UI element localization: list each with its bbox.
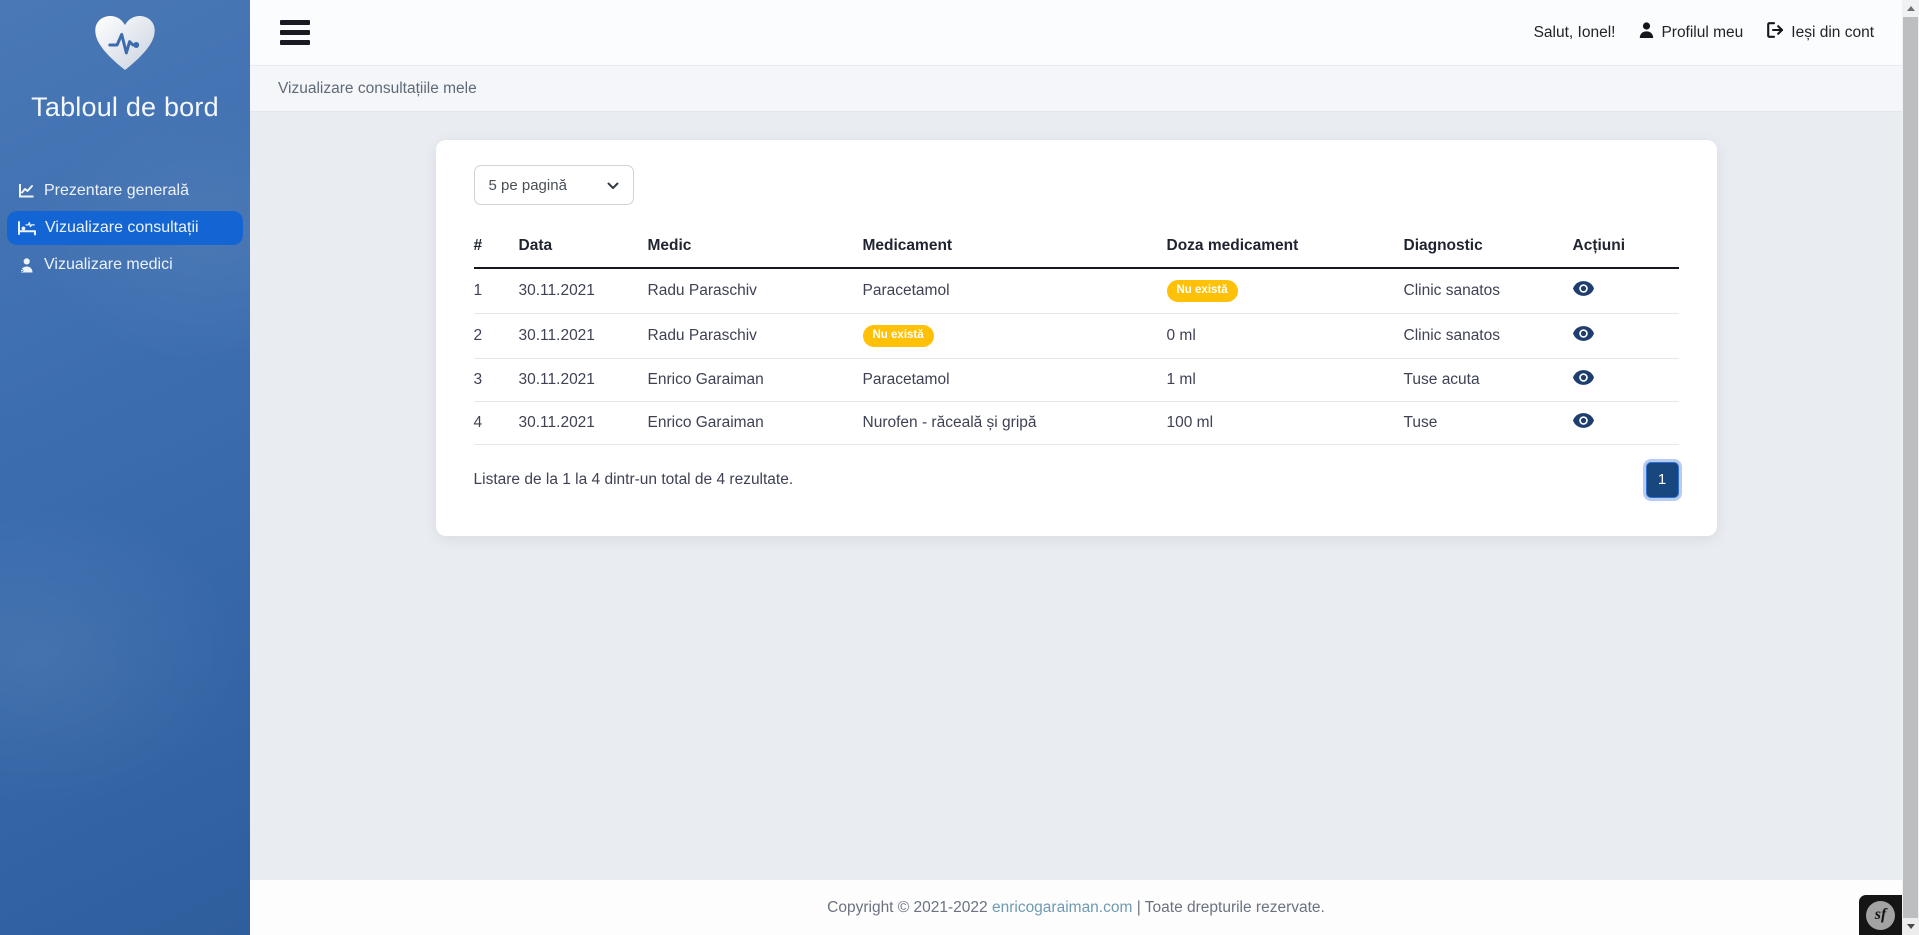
copyright-prefix: Copyright © 2021-2022 — [827, 899, 992, 916]
col-header-actiuni: Acțiuni — [1573, 227, 1679, 268]
cell-medic: Enrico Garaiman — [648, 358, 863, 401]
symfony-debug-toolbar-toggle[interactable]: sf — [1859, 895, 1902, 935]
cell-dose: 1 ml — [1167, 358, 1404, 401]
topbar-right: Salut, Ionel! Profilul meu — [1534, 22, 1874, 43]
cell-date: 30.11.2021 — [519, 401, 648, 444]
results-summary: Listare de la 1 la 4 dintr-un total de 4… — [474, 471, 794, 489]
sidebar-item-vizualizare-medici[interactable]: Vizualizare medici — [7, 248, 243, 282]
scroll-down-arrow[interactable] — [1902, 918, 1919, 935]
cell-medicament: Nu există — [863, 313, 1167, 358]
cell-diagnostic: Clinic sanatos — [1404, 268, 1573, 313]
cell-medicament: Nurofen - răceală și gripă — [863, 401, 1167, 444]
sidebar-item-vizualizare-consultatii[interactable]: Vizualizare consultații — [7, 211, 243, 245]
app-logo — [0, 0, 250, 78]
chevron-down-icon — [607, 177, 619, 194]
main-area: Salut, Ionel! Profilul meu — [250, 0, 1902, 935]
cell-dose: 100 ml — [1167, 401, 1404, 444]
cell-diagnostic: Clinic sanatos — [1404, 313, 1573, 358]
view-consultation-button[interactable] — [1573, 370, 1594, 385]
status-badge: Nu există — [1167, 280, 1238, 302]
eye-icon — [1573, 370, 1594, 385]
profile-label: Profilul meu — [1661, 24, 1743, 42]
cell-date: 30.11.2021 — [519, 268, 648, 313]
cell-date: 30.11.2021 — [519, 358, 648, 401]
sidebar: Tabloul de bord Prezentare generală — [0, 0, 250, 935]
view-consultation-button[interactable] — [1573, 413, 1594, 428]
menu-toggle-button[interactable] — [278, 11, 312, 54]
sidebar-nav: Prezentare generală Vizualizare consulta… — [0, 174, 250, 282]
breadcrumb: Vizualizare consultațiile mele — [250, 65, 1902, 112]
scrollbar-track[interactable] — [1902, 0, 1919, 935]
scroll-up-arrow[interactable] — [1902, 0, 1919, 17]
copyright-suffix: | Toate drepturile rezervate. — [1132, 899, 1324, 916]
table-header-row: # Data Medic Medicament Doza medicament … — [474, 227, 1679, 268]
user-icon — [1639, 22, 1654, 43]
view-consultation-button[interactable] — [1573, 281, 1594, 296]
scrollbar-thumb[interactable] — [1903, 17, 1918, 918]
per-page-value: 5 pe pagină — [489, 177, 567, 194]
col-header-medic: Medic — [648, 227, 863, 268]
cell-medicament: Paracetamol — [863, 268, 1167, 313]
table-footer: Listare de la 1 la 4 dintr-un total de 4… — [474, 462, 1679, 498]
hospital-bed-icon — [18, 220, 36, 236]
col-header-index: # — [474, 227, 519, 268]
table-row: 3 30.11.2021 Enrico Garaiman Paracetamol… — [474, 358, 1679, 401]
cell-diagnostic: Tuse acuta — [1404, 358, 1573, 401]
cell-index: 4 — [474, 401, 519, 444]
topbar: Salut, Ionel! Profilul meu — [250, 0, 1902, 65]
app-title: Tabloul de bord — [24, 90, 226, 126]
col-header-data: Data — [519, 227, 648, 268]
consultations-table: # Data Medic Medicament Doza medicament … — [474, 227, 1679, 445]
eye-icon — [1573, 281, 1594, 296]
col-header-doza: Doza medicament — [1167, 227, 1404, 268]
pagination-page-1[interactable]: 1 — [1646, 462, 1679, 498]
cell-diagnostic: Tuse — [1404, 401, 1573, 444]
footer-site-link[interactable]: enricogaraiman.com — [992, 899, 1132, 916]
user-doctor-icon — [18, 257, 35, 273]
per-page-select[interactable]: 5 pe pagină — [474, 165, 634, 205]
col-header-diagnostic: Diagnostic — [1404, 227, 1573, 268]
cell-dose: Nu există — [1167, 268, 1404, 313]
cell-medicament: Paracetamol — [863, 358, 1167, 401]
page-footer: Copyright © 2021-2022 enricogaraiman.com… — [250, 880, 1902, 935]
breadcrumb-label: Vizualizare consultațiile mele — [278, 80, 477, 98]
cell-actions — [1573, 268, 1679, 313]
table-row: 2 30.11.2021 Radu Paraschiv Nu există 0 … — [474, 313, 1679, 358]
cell-actions — [1573, 401, 1679, 444]
cell-medic: Radu Paraschiv — [648, 313, 863, 358]
chart-line-icon — [18, 183, 35, 199]
status-badge: Nu există — [863, 325, 934, 347]
eye-icon — [1573, 413, 1594, 428]
col-header-medicament: Medicament — [863, 227, 1167, 268]
table-row: 4 30.11.2021 Enrico Garaiman Nurofen - r… — [474, 401, 1679, 444]
cell-medic: Radu Paraschiv — [648, 268, 863, 313]
sidebar-item-label: Vizualizare consultații — [45, 219, 199, 237]
cell-index: 3 — [474, 358, 519, 401]
cell-actions — [1573, 313, 1679, 358]
sidebar-item-label: Prezentare generală — [44, 182, 189, 200]
cell-medic: Enrico Garaiman — [648, 401, 863, 444]
user-greeting: Salut, Ionel! — [1534, 24, 1616, 42]
eye-icon — [1573, 326, 1594, 341]
profile-link[interactable]: Profilul meu — [1639, 22, 1743, 43]
cell-index: 1 — [474, 268, 519, 313]
cell-date: 30.11.2021 — [519, 313, 648, 358]
cell-index: 2 — [474, 313, 519, 358]
copyright-text: Copyright © 2021-2022 enricogaraiman.com… — [827, 899, 1325, 917]
sign-out-icon — [1767, 22, 1784, 43]
logout-link[interactable]: Ieși din cont — [1767, 22, 1874, 43]
logout-label: Ieși din cont — [1791, 24, 1874, 42]
sidebar-item-prezentare-generala[interactable]: Prezentare generală — [7, 174, 243, 208]
table-row: 1 30.11.2021 Radu Paraschiv Paracetamol … — [474, 268, 1679, 313]
heart-pulse-icon — [92, 13, 158, 73]
sidebar-item-label: Vizualizare medici — [44, 256, 173, 274]
consultations-card: 5 pe pagină # Data Medic — [436, 140, 1717, 536]
view-consultation-button[interactable] — [1573, 326, 1594, 341]
symfony-logo-icon: sf — [1866, 901, 1895, 930]
cell-dose: 0 ml — [1167, 313, 1404, 358]
cell-actions — [1573, 358, 1679, 401]
content-area: 5 pe pagină # Data Medic — [250, 112, 1902, 880]
